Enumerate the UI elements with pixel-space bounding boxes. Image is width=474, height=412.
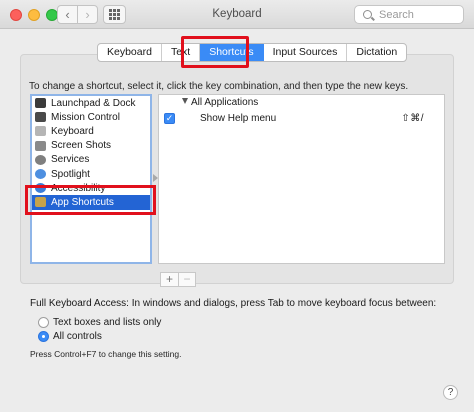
- category-label: Launchpad & Dock: [51, 97, 136, 109]
- tab-bar: Keyboard Text Shortcuts Input Sources Di…: [97, 43, 408, 62]
- gear-icon: [35, 154, 46, 165]
- category-spotlight[interactable]: Spotlight: [32, 167, 150, 181]
- category-accessibility[interactable]: Accessibility: [32, 181, 150, 195]
- radio-button[interactable]: [38, 316, 49, 328]
- shortcut-list[interactable]: All Applications ✓ Show Help menu ⇧⌘/: [158, 94, 445, 264]
- add-remove-buttons: + −: [160, 272, 196, 287]
- tab-shortcuts[interactable]: Shortcuts: [200, 44, 264, 61]
- screenshot-icon: [35, 140, 46, 151]
- titlebar: ‹ › Keyboard Search: [0, 0, 474, 29]
- category-label: App Shortcuts: [51, 196, 114, 208]
- keyboard-preferences-window: ‹ › Keyboard Search Keyboard Text Shortc…: [0, 0, 474, 412]
- tab-text[interactable]: Text: [162, 44, 201, 61]
- category-services[interactable]: Services: [32, 153, 150, 167]
- help-button[interactable]: ?: [443, 385, 458, 400]
- category-label: Keyboard: [51, 125, 94, 137]
- accessibility-icon: [35, 183, 46, 194]
- remove-shortcut-button[interactable]: −: [178, 273, 195, 286]
- tab-keyboard[interactable]: Keyboard: [98, 44, 162, 61]
- search-placeholder: Search: [379, 8, 414, 21]
- search-icon: [363, 10, 372, 19]
- shortcut-row[interactable]: ✓ Show Help menu ⇧⌘/: [159, 112, 444, 126]
- category-label: Mission Control: [51, 111, 120, 123]
- radio-all-controls[interactable]: All controls: [38, 329, 102, 343]
- category-label: Services: [51, 154, 90, 166]
- radio-text-boxes-lists[interactable]: Text boxes and lists only: [38, 315, 161, 329]
- category-label: Screen Shots: [51, 140, 112, 152]
- category-label: Accessibility: [51, 182, 106, 194]
- add-shortcut-button[interactable]: +: [161, 273, 178, 286]
- spotlight-icon: [35, 169, 46, 180]
- shortcut-group-label: All Applications: [191, 97, 259, 108]
- category-list[interactable]: Launchpad & Dock Mission Control Keyboar…: [30, 94, 152, 264]
- full-keyboard-access-label: Full Keyboard Access: In windows and dia…: [30, 298, 437, 309]
- radio-button-selected[interactable]: [38, 330, 49, 342]
- disclosure-triangle-icon[interactable]: [182, 98, 188, 104]
- shortcut-enabled-checkbox[interactable]: ✓: [164, 113, 175, 124]
- shortcut-keys[interactable]: ⇧⌘/: [401, 113, 424, 124]
- category-keyboard[interactable]: Keyboard: [32, 124, 150, 138]
- tab-dictation[interactable]: Dictation: [347, 44, 406, 61]
- category-app-shortcuts[interactable]: App Shortcuts: [32, 195, 150, 210]
- shortcut-group-row[interactable]: All Applications: [182, 97, 258, 108]
- category-label: Spotlight: [51, 168, 90, 180]
- search-field[interactable]: Search: [354, 5, 464, 24]
- keyboard-icon: [35, 126, 46, 137]
- category-mission-control[interactable]: Mission Control: [32, 110, 150, 124]
- control-f7-hint: Press Control+F7 to change this setting.: [30, 349, 182, 359]
- mission-control-icon: [35, 112, 46, 123]
- shortcut-label: Show Help menu: [200, 113, 277, 124]
- tab-input-sources[interactable]: Input Sources: [264, 44, 348, 61]
- app-shortcuts-icon: [35, 197, 46, 208]
- radio-label: Text boxes and lists only: [53, 316, 162, 328]
- category-screen-shots[interactable]: Screen Shots: [32, 139, 150, 153]
- radio-label: All controls: [53, 330, 102, 342]
- instructions-text: To change a shortcut, select it, click t…: [29, 81, 409, 92]
- category-launchpad-dock[interactable]: Launchpad & Dock: [32, 96, 150, 110]
- launchpad-icon: [35, 98, 46, 109]
